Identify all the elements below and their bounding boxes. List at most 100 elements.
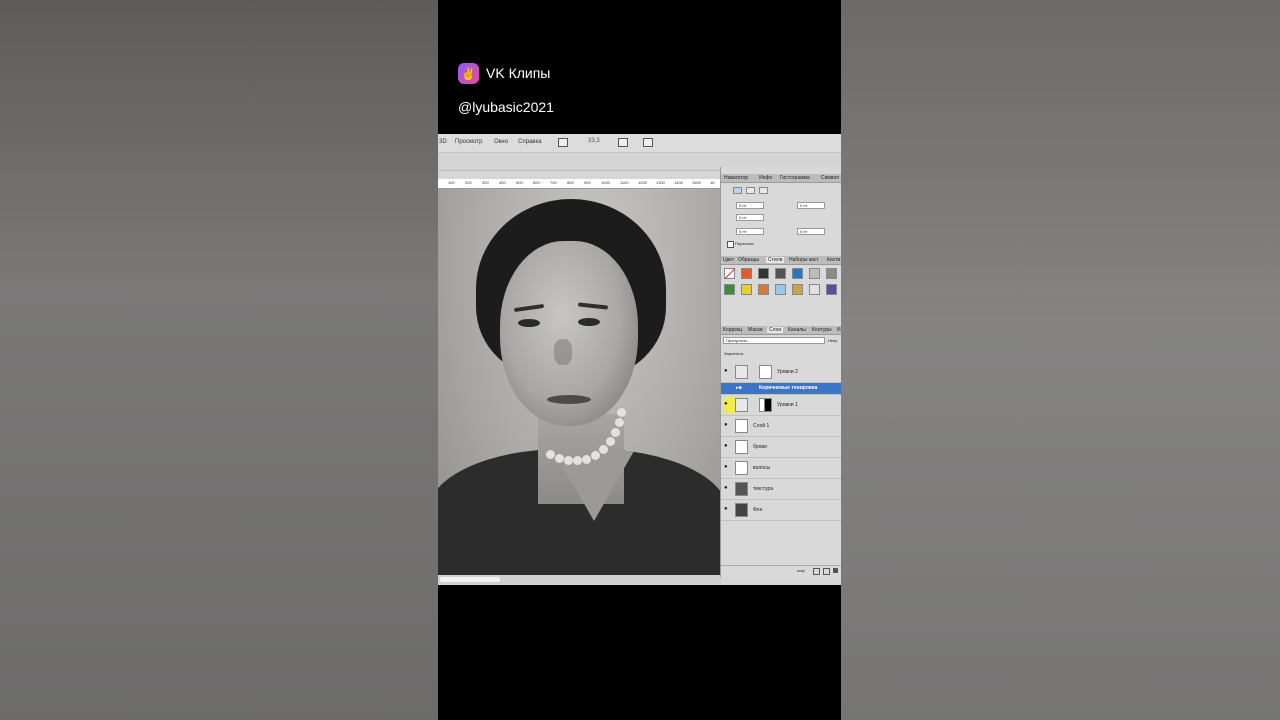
menu-window[interactable]: Окно	[494, 139, 508, 145]
style-swatch[interactable]	[792, 284, 803, 295]
navigator-panel-tabs: Навигатор Инфо Гистограмма Символ	[721, 174, 841, 183]
indent-left-field[interactable]: 0 пт	[736, 202, 764, 209]
layer-group-row[interactable]: ▸■ Коричневые тенировка	[721, 383, 841, 395]
screen-mode-icon[interactable]	[558, 138, 568, 147]
ruler-tick: 400	[499, 180, 506, 185]
layer-name: волосы	[753, 465, 771, 471]
layer-row[interactable]: ● Уровни 1	[721, 395, 841, 416]
align-left-icon[interactable]	[733, 187, 742, 194]
levels-adjustment-icon	[735, 365, 748, 379]
arrange-icon[interactable]	[618, 138, 628, 147]
ruler-tick: 1100	[620, 180, 629, 185]
layer-row[interactable]: ● волосы	[721, 458, 841, 479]
style-none-swatch[interactable]	[724, 268, 736, 279]
indent-right-field[interactable]: 0 пт	[797, 202, 825, 209]
ruler-tick: 300	[482, 180, 489, 185]
tab-masks[interactable]: Маски	[748, 327, 762, 333]
video-frame: ✌ VK Клипы @lyubasic2021 3D Просмотр Окн…	[438, 0, 841, 720]
style-swatch[interactable]	[758, 284, 769, 295]
layer-thumbnail	[735, 419, 748, 433]
tab-styles[interactable]: Стили	[766, 257, 785, 263]
layer-name: Уровни 2	[777, 369, 798, 375]
hyphenation-label: Переносы	[735, 241, 754, 246]
ruler-tick: 1400	[674, 180, 683, 185]
style-swatch[interactable]	[724, 284, 735, 295]
tab-brushes[interactable]: Кисти	[827, 257, 840, 263]
zoom-level[interactable]: 33,3	[588, 138, 600, 144]
tab-layers[interactable]: Слои	[767, 327, 784, 333]
tab-histogram[interactable]: Гистограмма	[780, 175, 810, 181]
ruler-tick: 1500	[692, 180, 701, 185]
horizontal-ruler: 100 200 300 400 500 600 700 800 900 1000…	[438, 179, 721, 189]
tab-navigator[interactable]: Навигатор	[724, 175, 748, 181]
tab-character[interactable]: Символ	[821, 175, 839, 181]
style-swatch[interactable]	[741, 268, 752, 279]
style-swatch[interactable]	[775, 268, 786, 279]
visibility-eye-icon[interactable]: ●	[724, 422, 728, 428]
extras-icon[interactable]	[643, 138, 653, 147]
layer-row[interactable]: ● текстура	[721, 479, 841, 500]
blurred-background-left	[0, 0, 438, 720]
style-swatch[interactable]	[775, 284, 786, 295]
app-name: VK Клипы	[486, 65, 551, 81]
visibility-eye-icon[interactable]: ●	[724, 485, 728, 491]
menu-view[interactable]: Просмотр	[455, 139, 482, 145]
style-swatch[interactable]	[809, 284, 820, 295]
menu-3d[interactable]: 3D	[439, 139, 447, 145]
ruler-tick: 16	[710, 180, 715, 185]
portrait-mouth	[547, 395, 591, 404]
style-swatch[interactable]	[809, 268, 820, 279]
align-right-icon[interactable]	[759, 187, 768, 194]
tab-brush-presets[interactable]: Наборы кист	[789, 257, 819, 263]
styles-panel-tabs: Цвет Образцы Стили Наборы кист Кисти	[721, 256, 841, 265]
visibility-eye-icon[interactable]: ●	[724, 368, 728, 374]
layer-row[interactable]: ● Фон	[721, 500, 841, 521]
lock-label: Закрепить:	[724, 351, 745, 356]
ruler-tick: 1000	[601, 180, 610, 185]
layer-row[interactable]: ● Уровни 2	[721, 362, 841, 383]
style-swatch[interactable]	[758, 268, 769, 279]
visibility-eye-icon[interactable]: ●	[724, 506, 728, 512]
delete-layer-icon[interactable]	[833, 568, 838, 573]
ruler-tick: 900	[584, 180, 591, 185]
layer-thumbnail	[735, 482, 748, 496]
menu-help[interactable]: Справка	[518, 139, 542, 145]
tab-adjustments[interactable]: Коррекц	[723, 327, 742, 333]
ruler-tick: 1300	[656, 180, 665, 185]
layer-row[interactable]: ● Слой 1	[721, 416, 841, 437]
tab-swatches[interactable]: Образцы	[738, 257, 759, 263]
bottom-label: ноф	[797, 568, 805, 573]
space-after-field[interactable]: 0 пт	[797, 228, 825, 235]
style-swatch[interactable]	[741, 284, 752, 295]
tab-info[interactable]: Инфо	[759, 175, 772, 181]
visibility-eye-icon[interactable]: ●	[724, 401, 728, 407]
style-swatch[interactable]	[826, 268, 837, 279]
style-swatch[interactable]	[792, 268, 803, 279]
ruler-tick: 100	[448, 180, 455, 185]
blend-mode-select[interactable]: Пропустить	[723, 337, 825, 344]
align-center-icon[interactable]	[746, 187, 755, 194]
author-username[interactable]: @lyubasic2021	[458, 99, 554, 115]
tab-paths[interactable]: Контуры	[812, 327, 832, 333]
new-layer-icon[interactable]	[823, 568, 830, 575]
layer-name: Коричневые тенировка	[759, 385, 818, 391]
ruler-tick: 600	[533, 180, 540, 185]
layer-mask-thumbnail[interactable]	[759, 398, 772, 412]
tab-more[interactable]: И	[837, 327, 841, 333]
visibility-eye-icon[interactable]: ●	[724, 443, 728, 449]
visibility-eye-icon[interactable]: ●	[724, 464, 728, 470]
new-group-icon[interactable]	[813, 568, 820, 575]
layer-thumbnail	[735, 461, 748, 475]
layer-mask-thumbnail[interactable]	[759, 365, 772, 379]
scrollbar-thumb[interactable]	[440, 577, 500, 582]
layer-row[interactable]: ● брови	[721, 437, 841, 458]
tab-channels[interactable]: Каналы	[788, 327, 806, 333]
indent-first-field[interactable]: 0 пт	[736, 214, 764, 221]
style-swatch[interactable]	[826, 284, 837, 295]
tab-color[interactable]: Цвет	[723, 257, 734, 263]
ruler-tick: 500	[516, 180, 523, 185]
space-before-field[interactable]: 0 пт	[736, 228, 764, 235]
hyphenation-checkbox[interactable]	[727, 241, 734, 248]
document-canvas[interactable]	[438, 189, 721, 575]
horizontal-scrollbar[interactable]	[438, 575, 721, 584]
